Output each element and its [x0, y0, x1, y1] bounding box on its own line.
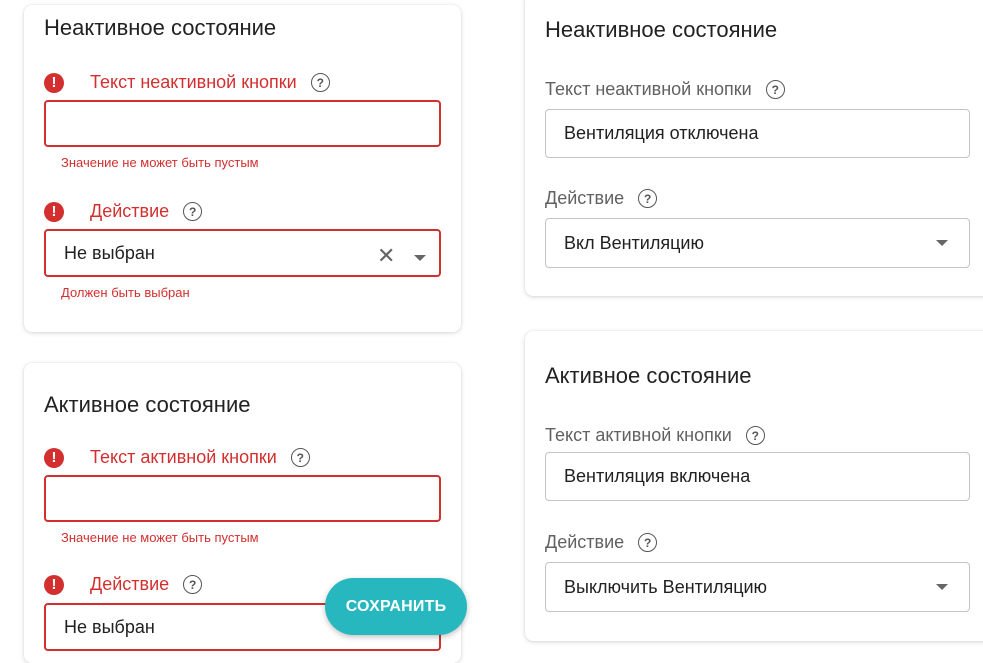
card-title: Активное состояние: [545, 363, 752, 388]
help-circle-icon[interactable]: ?: [183, 202, 203, 221]
error-circle-icon: !: [44, 447, 64, 468]
label-text: Текст активной кнопки: [90, 447, 277, 467]
help-circle-icon[interactable]: ?: [638, 533, 658, 552]
select-value: Выключить Вентиляцию: [564, 576, 768, 597]
label-text: Действие: [90, 201, 170, 221]
help-circle-icon[interactable]: ?: [310, 73, 330, 92]
chevron-down-icon[interactable]: [936, 584, 948, 590]
inactive-action-select[interactable]: Вкл Вентиляцию: [545, 218, 970, 268]
chevron-down-icon[interactable]: [414, 255, 426, 261]
card-title: Активное состояние: [44, 392, 251, 417]
label-text: Текст неактивной кнопки: [545, 79, 752, 99]
chevron-down-icon[interactable]: [936, 240, 948, 246]
text-field-label: ! Текст неактивной кнопки ?: [44, 72, 330, 93]
action-field-label: ! Действие ?: [44, 574, 203, 595]
inactive-text-input[interactable]: Вентиляция отключена: [545, 109, 970, 158]
save-button[interactable]: СОХРАНИТЬ: [325, 578, 467, 635]
text-field-label: Текст активной кнопки ?: [545, 425, 765, 446]
active-text-input[interactable]: Вентиляция включена: [545, 452, 970, 501]
help-circle-icon[interactable]: ?: [183, 575, 203, 594]
left-inactive-card: Неактивное состояние ! Текст неактивной …: [24, 5, 461, 332]
label-text: Текст активной кнопки: [545, 425, 732, 445]
active-text-input[interactable]: [44, 475, 441, 522]
input-value: Вентиляция включена: [564, 466, 751, 486]
error-circle-icon: !: [44, 574, 64, 595]
help-circle-icon[interactable]: ?: [638, 189, 658, 208]
right-inactive-card: Неактивное состояние Текст неактивной кн…: [525, 0, 983, 296]
error-message: Должен быть выбран: [61, 285, 190, 300]
help-circle-icon[interactable]: ?: [765, 80, 785, 99]
label-text: Текст неактивной кнопки: [90, 72, 297, 92]
select-value: Вкл Вентиляцию: [564, 232, 704, 253]
card-title: Неактивное состояние: [44, 15, 277, 40]
card-title: Неактивное состояние: [545, 17, 778, 42]
error-circle-icon: !: [44, 72, 64, 93]
error-message: Значение не может быть пустым: [61, 530, 259, 545]
label-text: Действие: [90, 574, 170, 594]
help-circle-icon[interactable]: ?: [290, 448, 310, 467]
input-value: Вентиляция отключена: [564, 123, 759, 143]
action-field-label: Действие ?: [545, 532, 658, 553]
label-text: Действие: [545, 532, 625, 552]
error-message: Значение не может быть пустым: [61, 155, 259, 170]
close-icon[interactable]: ✕: [377, 245, 395, 267]
error-circle-icon: !: [44, 201, 64, 222]
action-field-label: Действие ?: [545, 188, 658, 209]
text-field-label: ! Текст активной кнопки ?: [44, 447, 310, 468]
right-active-card: Активное состояние Текст активной кнопки…: [525, 331, 983, 641]
text-field-label: Текст неактивной кнопки ?: [545, 79, 785, 100]
select-value: Не выбран: [64, 242, 155, 263]
active-action-select[interactable]: Выключить Вентиляцию: [545, 562, 970, 612]
inactive-text-input[interactable]: [44, 100, 441, 147]
action-field-label: ! Действие ?: [44, 201, 203, 222]
label-text: Действие: [545, 188, 625, 208]
select-value: Не выбран: [64, 616, 155, 637]
help-circle-icon[interactable]: ?: [745, 426, 765, 445]
